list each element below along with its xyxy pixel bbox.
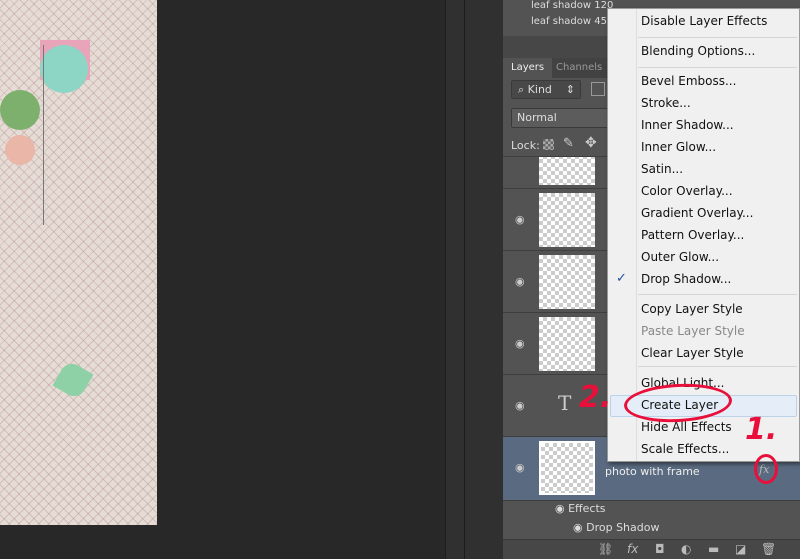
- text-layer-icon: T: [558, 391, 572, 415]
- menu-item-inner-glow[interactable]: Inner Glow...: [641, 137, 716, 157]
- menu-item-bevel-emboss[interactable]: Bevel Emboss...: [641, 71, 736, 91]
- leaf-decoration: [0, 90, 40, 130]
- layer-thumbnail: [539, 441, 595, 495]
- menu-item-copy-layer-style[interactable]: Copy Layer Style: [641, 299, 743, 319]
- effect-row-drop-shadow[interactable]: ◉ Drop Shadow: [573, 521, 659, 534]
- menu-item-satin[interactable]: Satin...: [641, 159, 683, 179]
- checkmark-icon: ✓: [616, 271, 627, 286]
- panel-dock-gutter: [445, 0, 503, 559]
- layer-name[interactable]: photo with frame: [605, 465, 700, 478]
- trash-icon[interactable]: 🗑: [761, 542, 776, 556]
- eye-icon[interactable]: ◉: [515, 213, 525, 226]
- menu-item-stroke[interactable]: Stroke...: [641, 93, 691, 113]
- menu-item-inner-shadow[interactable]: Inner Shadow...: [641, 115, 734, 135]
- updown-icon: ⇕: [565, 83, 575, 96]
- menu-item-disable-layer-effects[interactable]: Disable Layer Effects: [641, 11, 767, 31]
- tab-layers[interactable]: Layers: [503, 58, 553, 78]
- fx-menu-icon[interactable]: fx: [627, 542, 638, 556]
- filter-kind-select[interactable]: ⌕ Kind ⇕: [511, 80, 581, 99]
- menu-separator: [638, 67, 797, 68]
- eye-icon[interactable]: ◉: [515, 399, 525, 412]
- menu-separator: [638, 294, 797, 295]
- menu-item-scale-effects[interactable]: Scale Effects...: [641, 439, 729, 459]
- eye-icon[interactable]: ◉: [515, 275, 525, 288]
- layer-thumbnail: [539, 157, 595, 185]
- eye-icon[interactable]: ◉: [515, 337, 525, 350]
- eye-icon[interactable]: ◉: [515, 461, 525, 474]
- menu-item-gradient-overlay[interactable]: Gradient Overlay...: [641, 203, 753, 223]
- lock-move-icon[interactable]: ✥: [585, 135, 597, 151]
- new-layer-icon[interactable]: ◪: [735, 542, 746, 556]
- layer-thumbnail: [539, 317, 595, 371]
- layer-thumbnail: [539, 193, 595, 247]
- annotation-circle-fx: [754, 454, 778, 484]
- lock-label: Lock:: [511, 139, 540, 152]
- menu-separator: [638, 366, 797, 367]
- button-decoration: [5, 135, 35, 165]
- tab-channels[interactable]: Channels: [548, 58, 610, 78]
- layer-thumbnail: [539, 255, 595, 309]
- menu-item-drop-shadow[interactable]: Drop Shadow...: [641, 269, 731, 289]
- layers-footer-toolbar: ⛓ fx ◘ ◐ ▬ ◪ 🗑: [503, 539, 800, 559]
- blend-mode-select[interactable]: Normal: [511, 108, 621, 128]
- menu-item-blending-options[interactable]: Blending Options...: [641, 41, 755, 61]
- eye-icon[interactable]: ◉: [555, 502, 568, 515]
- effects-label: Effects: [568, 502, 606, 515]
- search-icon: ⌕: [518, 83, 528, 96]
- lock-transparency-icon[interactable]: [543, 139, 554, 150]
- menu-item-clear-layer-style[interactable]: Clear Layer Style: [641, 343, 744, 363]
- lock-brush-icon[interactable]: ✎: [563, 136, 574, 151]
- eye-icon[interactable]: ◉: [573, 521, 586, 534]
- mask-icon[interactable]: ◘: [655, 542, 665, 556]
- adjustment-icon[interactable]: ◐: [681, 542, 691, 556]
- red-lettering-decoration: [4, 255, 44, 295]
- folder-icon[interactable]: ▬: [708, 542, 719, 556]
- image-filter-icon[interactable]: [591, 82, 605, 96]
- menu-item-paste-layer-style: Paste Layer Style: [641, 324, 745, 338]
- annotation-step-2: 2.: [579, 380, 612, 415]
- annotation-step-1: 1.: [745, 412, 778, 447]
- menu-item-pattern-overlay[interactable]: Pattern Overlay...: [641, 225, 744, 245]
- channel-name: leaf shadow 45: [531, 16, 607, 27]
- menu-separator: [638, 37, 797, 38]
- channel-name: leaf shadow 120: [531, 0, 614, 11]
- effects-row[interactable]: ◉ Effects: [555, 502, 606, 515]
- menu-item-outer-glow[interactable]: Outer Glow...: [641, 247, 719, 267]
- butterfly-decoration: [52, 359, 94, 401]
- link-icon[interactable]: ⛓: [598, 542, 613, 556]
- flower-decoration: [40, 45, 88, 93]
- effect-label: Drop Shadow: [586, 521, 660, 534]
- menu-item-color-overlay[interactable]: Color Overlay...: [641, 181, 733, 201]
- document-canvas[interactable]: [0, 0, 157, 525]
- selection-bound: [43, 45, 44, 225]
- filter-label: Kind: [527, 83, 552, 96]
